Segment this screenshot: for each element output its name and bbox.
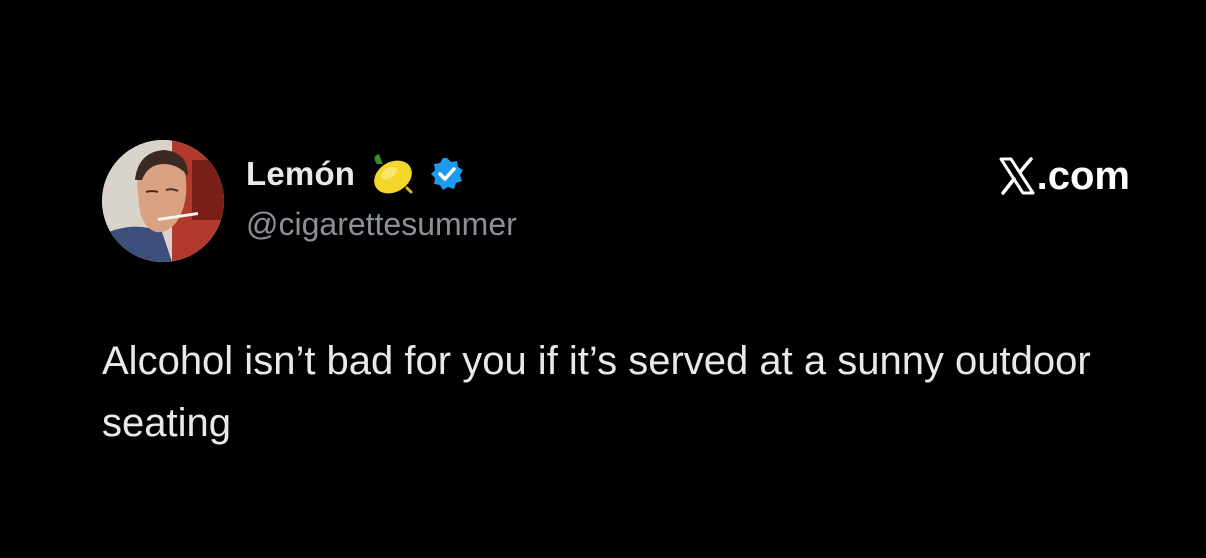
author-name-row: Lemón: [246, 152, 465, 196]
author-handle[interactable]: @cigarettesummer: [246, 206, 517, 243]
avatar[interactable]: [102, 140, 224, 262]
source-domain-text: .com: [1036, 153, 1130, 198]
x-logo-icon: [999, 157, 1035, 195]
avatar-image: [102, 140, 224, 262]
lemon-icon: [367, 152, 415, 196]
display-name[interactable]: Lemón: [246, 155, 355, 193]
verified-badge-icon: [429, 156, 465, 192]
tweet-card: Lemón @cigarettesummer .com Alcohol isn’…: [0, 0, 1206, 558]
tweet-text: Alcohol isn’t bad for you if it’s served…: [102, 339, 1091, 445]
source-label: .com: [999, 152, 1130, 200]
